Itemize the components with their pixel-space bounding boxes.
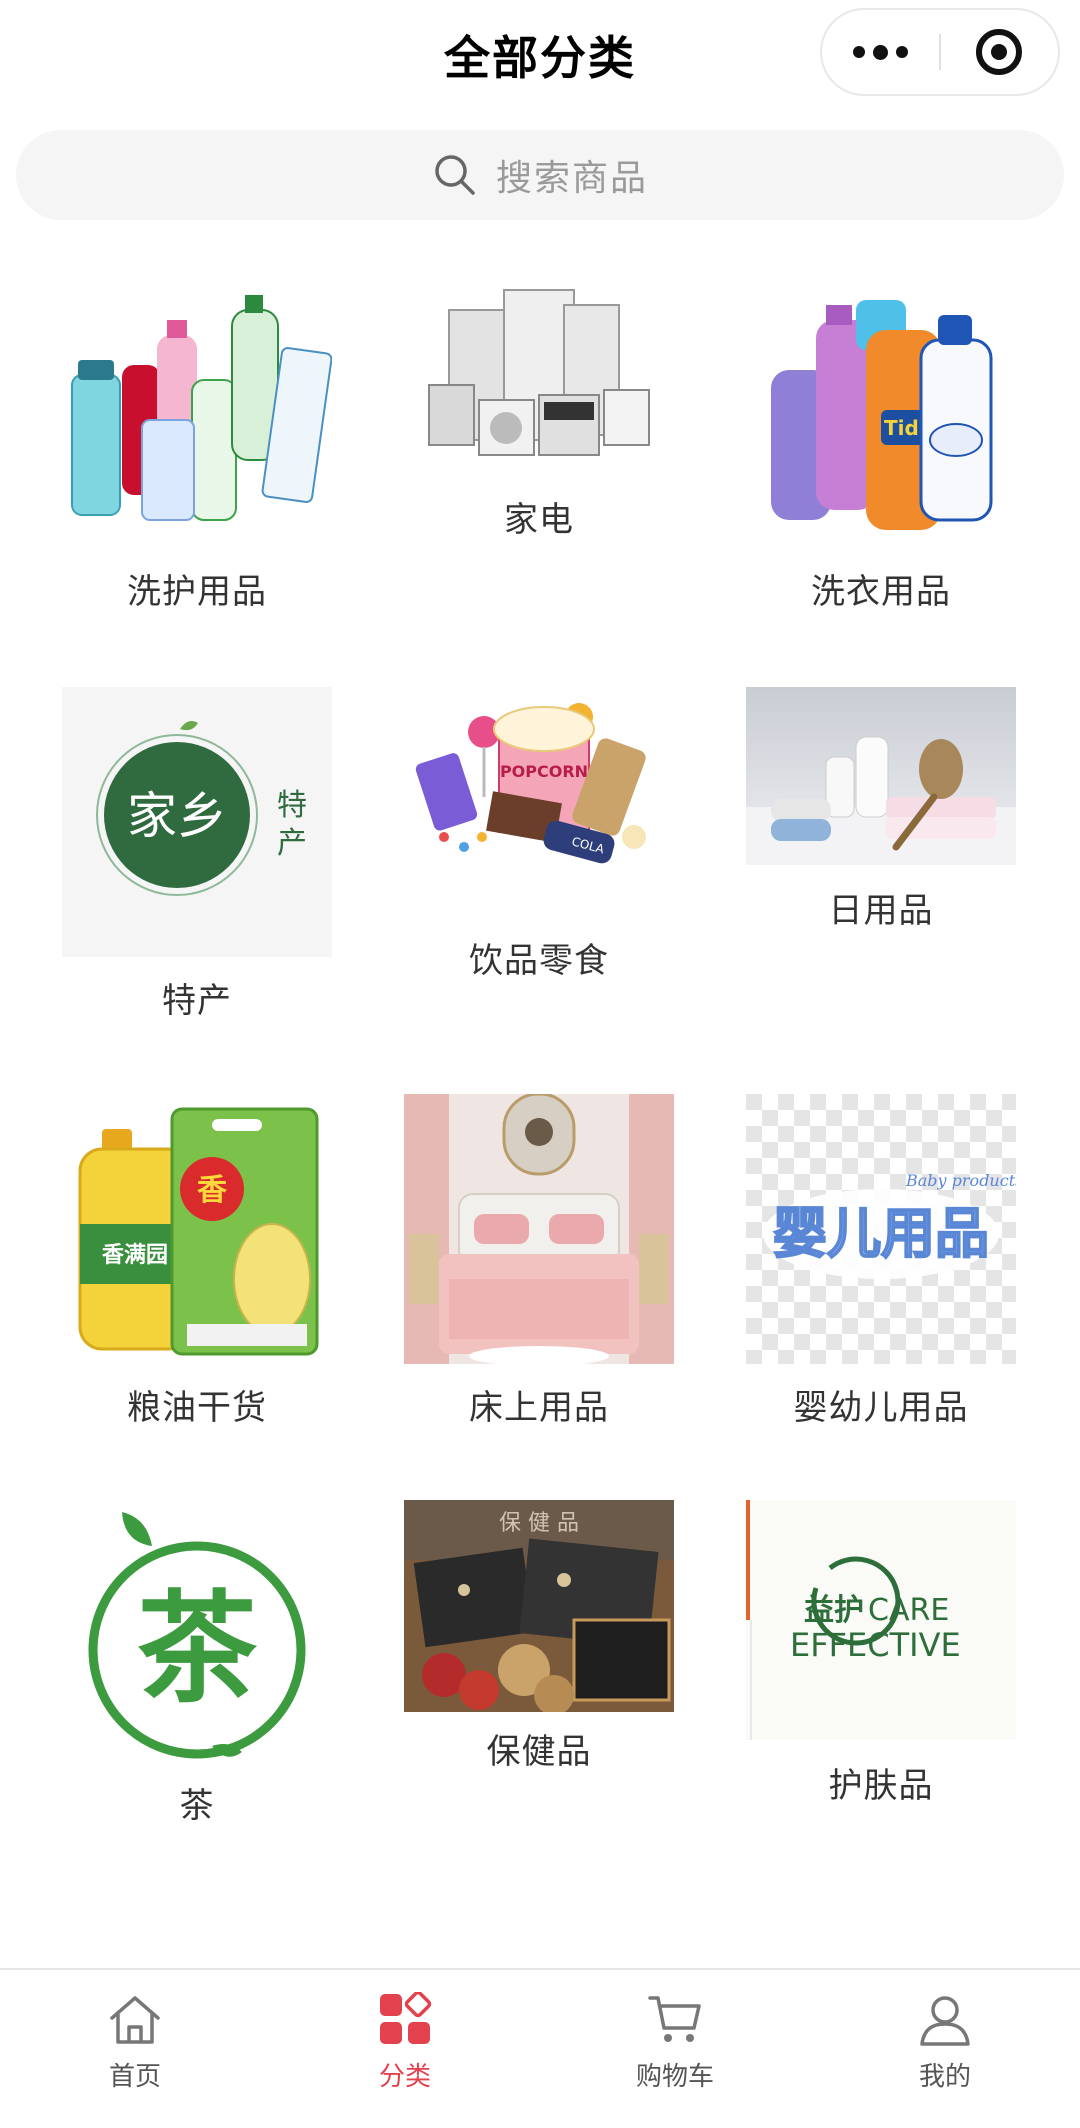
svg-text:益护: 益护 [804,1593,864,1628]
category-item-baby[interactable]: 婴儿用品 Baby products 婴幼儿用品 [746,1094,1016,1428]
category-item-appliances[interactable]: 家电 [404,280,674,540]
category-item-tea[interactable]: 茶 茶 [62,1500,332,1830]
category-item-skincare[interactable]: 益护 CARE EFFECTIVE 护肤品 [746,1500,1016,1830]
tab-label: 购物车 [635,2062,714,2092]
user-icon [920,1996,970,2046]
more-dots-icon [853,44,908,60]
tab-bar: 首页 分类 购物车 我的 [0,1968,1080,2128]
category-label: 特产 [162,981,232,1021]
category-label: 茶 [179,1786,215,1826]
target-icon [976,29,1023,75]
category-item-grain-oil[interactable]: 香满园 香 粮油干货 [62,1094,332,1428]
svg-text:EFFECTIVE: EFFECTIVE [790,1626,961,1664]
home-icon [110,1996,160,2044]
svg-text:CARE: CARE [868,1593,949,1628]
category-label: 家电 [504,500,574,540]
navigation-bar: 全部分类 [0,0,1080,110]
bedding-image [404,1094,674,1364]
category-label: 饮品零食 [469,941,609,981]
category-label: 洗护用品 [127,572,267,612]
laundry-image: Tide [746,280,1016,550]
tab-profile[interactable]: 我的 [810,1970,1080,2128]
category-label: 婴幼儿用品 [793,1388,969,1428]
tab-category[interactable]: 分类 [270,1970,540,2128]
svg-text:产: 产 [277,826,307,861]
search-bar[interactable]: 搜索商品 [16,130,1064,220]
category-label: 床上用品 [469,1388,609,1428]
category-label: 粮油干货 [127,1388,267,1428]
svg-text:香: 香 [197,1173,227,1208]
tab-label: 首页 [108,2062,161,2092]
specialty-logo-main: 家乡 [127,787,227,845]
category-label: 保健品 [486,1732,592,1772]
personal-care-image [62,280,332,550]
category-icon [380,1992,432,2044]
svg-text:POPCORN: POPCORN [500,762,588,781]
specialty-image: 家乡 特 产 [62,687,332,957]
cart-icon [648,1996,701,2042]
search-icon [435,155,475,195]
svg-text:特: 特 [277,788,307,823]
grain-oil-image: 香满园 香 [62,1094,332,1364]
category-label: 日用品 [828,891,934,931]
svg-text:Baby products: Baby products [905,1171,1016,1190]
tea-image: 茶 [62,1500,332,1770]
category-item-personal-care[interactable]: 洗护用品 [62,280,332,620]
skincare-image: 益护 CARE EFFECTIVE [746,1500,1016,1740]
category-item-daily-goods[interactable]: 日用品 [746,687,1016,937]
category-item-snacks[interactable]: POPCORN COLA 饮品零食 [404,687,674,997]
appliances-image [404,280,674,490]
daily-goods-image [746,687,1016,865]
category-label: 护肤品 [828,1766,934,1806]
svg-text:茶: 茶 [137,1580,258,1719]
health-image: 保 健 品 [404,1500,674,1712]
svg-text:婴儿用品: 婴儿用品 [773,1202,989,1265]
tab-home[interactable]: 首页 [0,1970,270,2128]
snacks-image: POPCORN COLA [404,687,674,887]
mini-program-capsule [820,8,1060,96]
tab-label: 我的 [918,2062,971,2092]
category-item-health[interactable]: 保 健 品 保健品 [404,1500,674,1800]
category-item-specialty[interactable]: 家乡 特 产 特产 [62,687,332,1021]
svg-text:香满园: 香满园 [102,1243,168,1268]
tab-cart[interactable]: 购物车 [540,1970,810,2128]
search-placeholder: 搜索商品 [495,158,648,199]
baby-image: 婴儿用品 Baby products [746,1094,1016,1364]
more-button[interactable] [822,8,939,96]
category-page: 全部分类 搜索商品 洗护用品 家电 Tide 洗衣用品 家乡 特 产 特产 PO… [0,0,1080,2128]
category-item-bedding[interactable]: 床上用品 [404,1094,674,1428]
svg-text:保 健 品: 保 健 品 [499,1511,579,1536]
close-button[interactable] [941,8,1058,96]
tab-label: 分类 [378,2062,431,2092]
category-label: 洗衣用品 [811,572,951,612]
category-item-laundry[interactable]: Tide 洗衣用品 [746,280,1016,620]
page-title: 全部分类 [444,31,636,85]
